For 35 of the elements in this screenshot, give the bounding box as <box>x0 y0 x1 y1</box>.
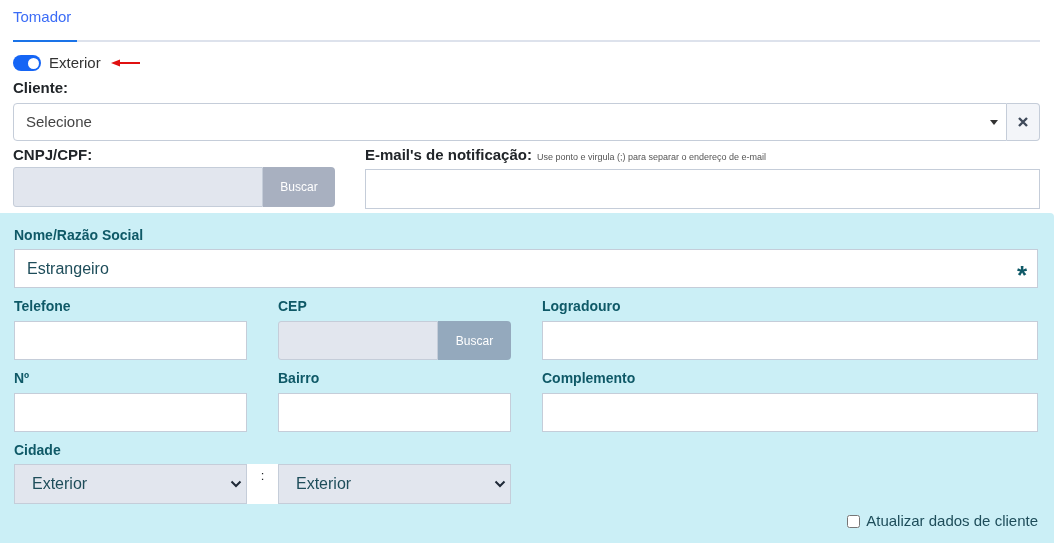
field-label: Logradouro <box>542 297 622 316</box>
checkbox-label: Atualizar dados de cliente <box>866 511 1038 531</box>
chevron-down-icon <box>494 480 506 488</box>
field-label: Complemento <box>542 369 637 388</box>
tab[interactable]: Tomador <box>13 5 77 42</box>
separator-text: : <box>247 464 278 504</box>
field-label: CEP <box>278 297 308 316</box>
hint-text: Use ponto e virgula (;) para separar o endereço de e-mail <box>536 151 767 164</box>
field-label: Cliente: <box>13 78 69 98</box>
toggle-label: Exterior <box>49 52 101 73</box>
caret-down-icon <box>990 119 998 125</box>
chevron-down-icon <box>230 480 242 488</box>
text-field[interactable] <box>542 393 1038 432</box>
select-field[interactable]: Selecione <box>13 103 1007 141</box>
field-label: Telefone <box>14 297 72 316</box>
text-field[interactable] <box>14 321 247 360</box>
text-field[interactable] <box>14 393 247 432</box>
required-mark: * <box>1016 261 1027 288</box>
field-label: CNPJ/CPF: <box>13 145 94 165</box>
field-label: Nome/Razão Social <box>14 226 145 245</box>
toggle-switch[interactable] <box>13 55 41 71</box>
city-select[interactable]: Exterior <box>278 464 511 504</box>
text-field[interactable] <box>278 393 511 432</box>
text-field[interactable] <box>542 321 1038 360</box>
close-icon <box>1018 117 1028 127</box>
email-field[interactable] <box>365 169 1040 209</box>
checkbox[interactable] <box>847 514 861 528</box>
field-label: Bairro <box>278 369 321 388</box>
field-label: E-mail's de notificação: <box>365 145 532 165</box>
field-label: Nº <box>14 369 31 388</box>
field-label: Cidade <box>14 441 62 460</box>
arrow-icon <box>110 59 141 67</box>
state-select[interactable]: Exterior <box>14 464 247 504</box>
name-field[interactable]: Estrangeiro * <box>14 249 1038 288</box>
clear-button[interactable] <box>1007 103 1040 141</box>
